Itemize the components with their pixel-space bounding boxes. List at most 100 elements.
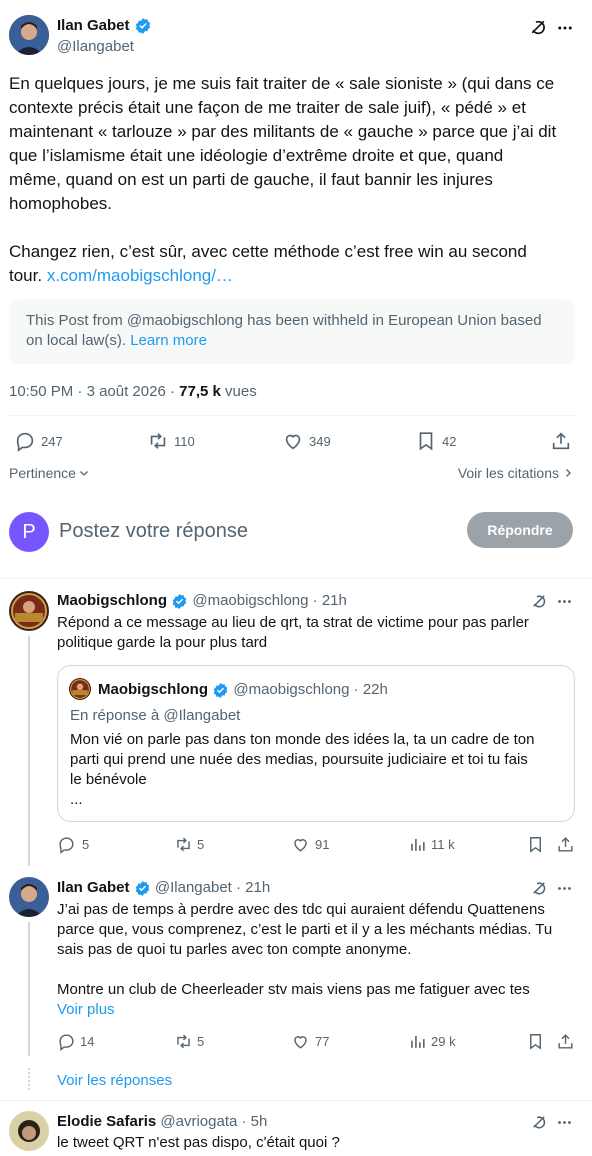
retweet-button[interactable]: 110: [147, 430, 195, 452]
bookmark-button[interactable]: [526, 835, 545, 859]
share-icon: [558, 1034, 573, 1049]
heart-icon: [294, 1036, 307, 1049]
verified-badge-icon: [135, 880, 149, 896]
views-button[interactable]: 29 k: [408, 1032, 456, 1051]
grok-icon[interactable]: [530, 879, 548, 902]
author-name[interactable]: Ilan Gabet: [57, 879, 130, 896]
logo-avatar: [69, 678, 91, 700]
author-handle[interactable]: @maobigschlong: [192, 592, 308, 609]
separator-dot: ·: [169, 383, 175, 400]
chevron-down-icon: [79, 471, 88, 476]
like-button[interactable]: 77: [291, 1032, 329, 1051]
share-button[interactable]: [556, 835, 575, 859]
author-handle[interactable]: @Ilangabet: [155, 879, 232, 896]
more-options-icon[interactable]: [556, 880, 573, 902]
withheld-text: on local law(s).: [26, 332, 131, 349]
more-options-icon[interactable]: [556, 593, 573, 615]
reply-composer-input[interactable]: Postez votre réponse: [59, 518, 248, 544]
thread-line: [28, 636, 30, 866]
heart-icon: [294, 839, 307, 852]
like-count: 77: [315, 1034, 330, 1049]
like-button[interactable]: 349: [282, 430, 331, 452]
reply-button[interactable]: 5: [57, 835, 89, 854]
reply-body: J’ai pas de temps à perdre avec des tdc …: [57, 900, 552, 1020]
sort-label: Pertinence: [9, 465, 76, 481]
tweet-time[interactable]: 10:50 PM: [9, 383, 73, 400]
reply-button[interactable]: 14: [57, 1032, 94, 1051]
view-quotes-label: Voir les citations: [457, 465, 559, 481]
sort-dropdown[interactable]: Pertinence: [9, 464, 90, 482]
tweet-line: maintenant « tarlouze » par des militant…: [9, 122, 557, 141]
tweet-line: Changez rien, c’est sûr, avec cette méth…: [9, 242, 527, 261]
reply-line: Répond a ce message au lieu de qrt, ta s…: [57, 614, 529, 631]
grok-icon[interactable]: [530, 592, 548, 615]
bookmark-button[interactable]: 42: [415, 430, 456, 452]
avatar-photo: [9, 15, 49, 55]
bookmark-icon: [530, 837, 541, 853]
views-count: 29 k: [431, 1034, 456, 1049]
reply-time[interactable]: 21h: [322, 592, 347, 609]
quoted-post-card[interactable]: Maobigschlong @maobigschlong · 22h En ré…: [57, 665, 575, 822]
verified-badge-icon: [172, 593, 187, 609]
avatar[interactable]: [9, 877, 49, 917]
view-quotes-link[interactable]: Voir les citations: [458, 464, 574, 482]
reply-submit-button[interactable]: Répondre: [467, 512, 573, 548]
avatar[interactable]: [9, 15, 49, 55]
share-icon: [558, 837, 573, 852]
thread-dots: [28, 1068, 30, 1090]
avatar[interactable]: [9, 591, 49, 631]
reply-line: sais pas de quoi tu parles avec ton comp…: [57, 941, 412, 958]
reply-icon: [16, 432, 34, 452]
avatar[interactable]: [9, 1111, 49, 1151]
like-button[interactable]: 91: [291, 835, 329, 854]
show-more-link[interactable]: Voir plus: [57, 1000, 552, 1020]
bookmark-icon: [530, 1034, 541, 1050]
grok-icon[interactable]: [530, 1113, 548, 1136]
reply-icon: [59, 837, 74, 854]
quote-line: parti qui prend une nuée des medias, pou…: [70, 751, 528, 768]
separator-dot: ·: [236, 879, 241, 896]
reply-time[interactable]: 21h: [245, 879, 270, 896]
reply-time[interactable]: 5h: [251, 1113, 268, 1130]
author-name[interactable]: Ilan Gabet: [57, 17, 130, 34]
share-button[interactable]: [556, 1032, 575, 1056]
quote-line: ...: [70, 791, 83, 808]
show-replies-link[interactable]: Voir les réponses: [57, 1071, 172, 1091]
avatar-photo: [9, 877, 49, 917]
author-name[interactable]: Elodie Safaris: [57, 1113, 156, 1130]
reply-line: J’ai pas de temps à perdre avec des tdc …: [57, 901, 545, 918]
verified-badge-icon: [213, 682, 228, 698]
retweet-icon: [177, 1034, 190, 1049]
thread-line: [28, 922, 30, 1056]
reply-count: 14: [80, 1034, 95, 1049]
tweet-date[interactable]: 3 août 2026: [87, 383, 166, 400]
retweet-button[interactable]: 5: [174, 835, 204, 854]
views-icon: [411, 838, 425, 851]
share-button[interactable]: [550, 430, 572, 452]
author-handle[interactable]: @avriogata: [160, 1113, 237, 1130]
views-icon: [411, 1035, 425, 1048]
tweet-line: homophobes.: [9, 194, 113, 213]
quote-line: le bénévole: [70, 771, 147, 788]
reply-button[interactable]: 247: [14, 430, 63, 452]
quote-body: Mon vié on parle pas dans ton monde des …: [70, 730, 534, 810]
author-name[interactable]: Maobigschlong: [57, 592, 167, 609]
learn-more-link[interactable]: Learn more: [130, 332, 207, 349]
divider: [9, 415, 575, 416]
tweet-line: contexte précis était une façon de me tr…: [9, 98, 526, 117]
views-button[interactable]: 11 k: [408, 835, 455, 854]
more-options-icon[interactable]: [556, 1114, 573, 1136]
in-reply-to: En réponse à @Ilangabet: [70, 707, 241, 724]
author-handle[interactable]: @Ilangabet: [57, 37, 134, 57]
reply-line: politique garde la pour plus tard: [57, 634, 268, 651]
retweet-button[interactable]: 5: [174, 1032, 204, 1051]
bookmark-button[interactable]: [526, 1032, 545, 1056]
grok-icon[interactable]: [528, 17, 548, 42]
more-options-icon[interactable]: [556, 19, 574, 42]
quoted-post-link[interactable]: x.com/maobigschlong/…: [47, 266, 233, 285]
reply-count: 5: [82, 837, 90, 852]
like-count: 91: [315, 837, 330, 852]
views-count: 77,5 k: [179, 383, 221, 400]
withheld-notice: This Post from @maobigschlong has been w…: [9, 299, 575, 364]
tweet-line: même, quand on est un parti de gauche, i…: [9, 170, 493, 189]
